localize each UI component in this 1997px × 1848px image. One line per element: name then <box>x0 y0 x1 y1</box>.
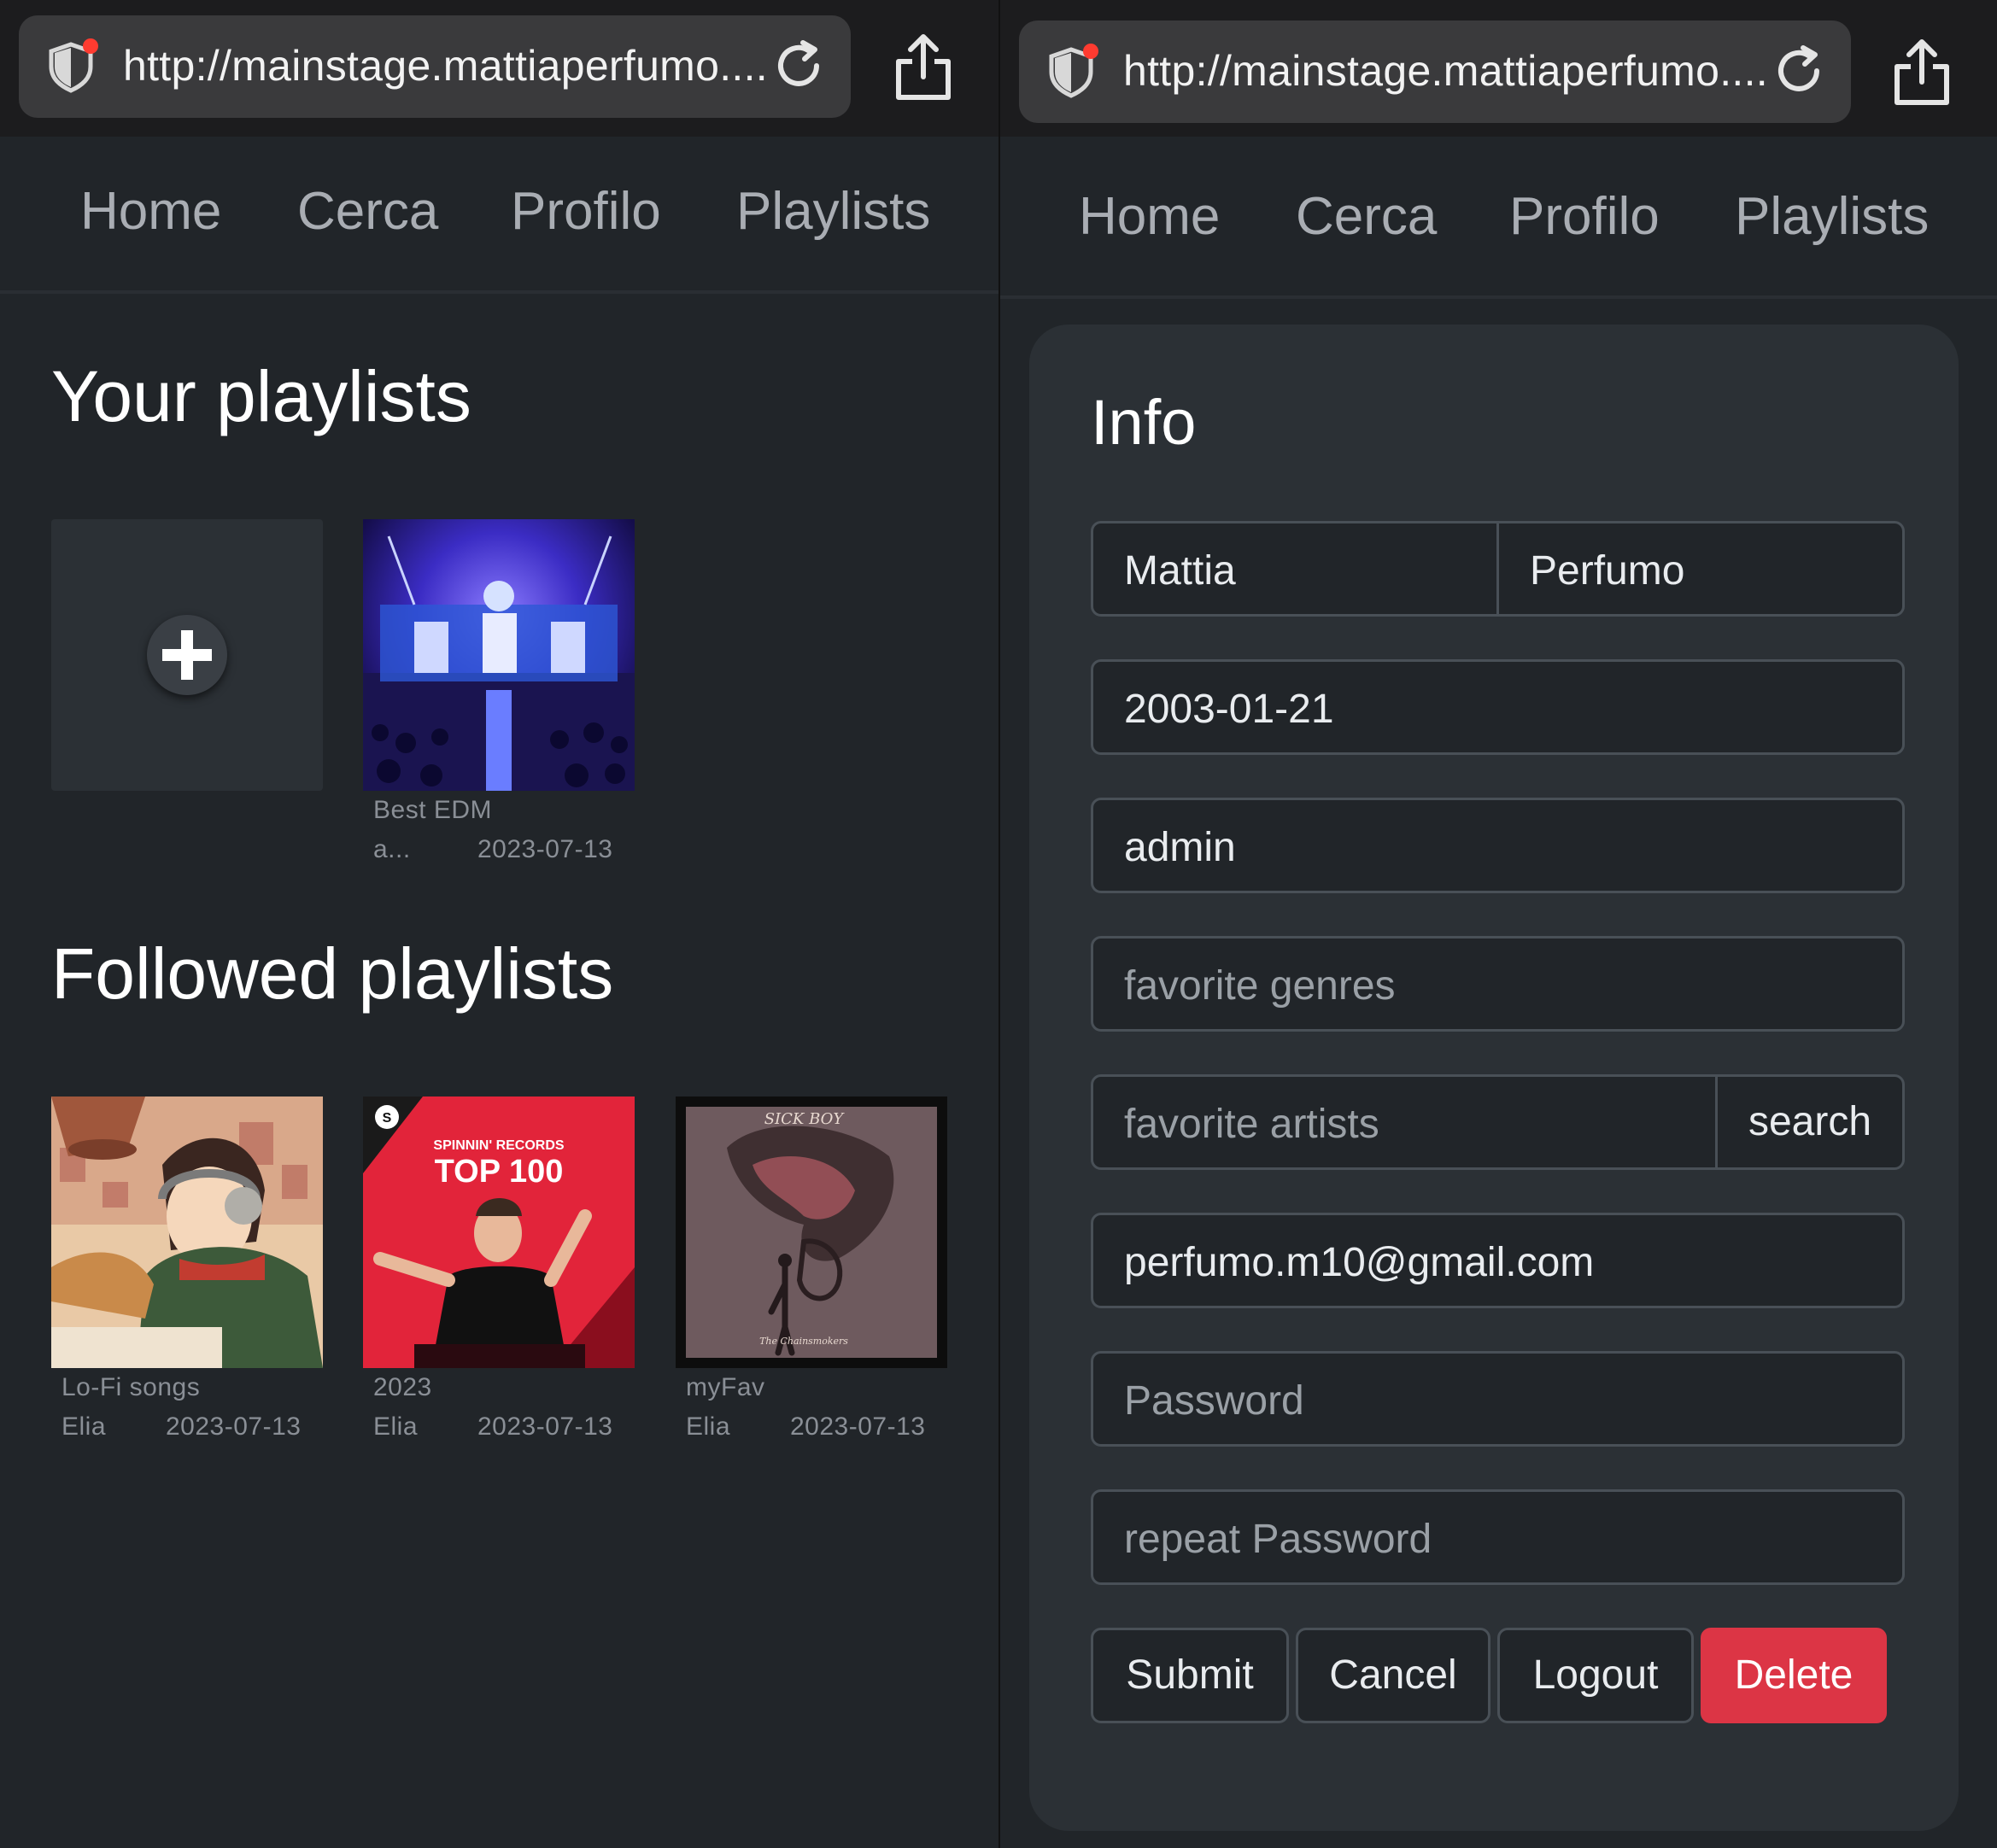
favorite-genres-placeholder: favorite genres <box>1124 963 1396 1009</box>
nav-playlists[interactable]: Playlists <box>1735 186 1929 247</box>
last-name-value: Perfumo <box>1530 548 1685 594</box>
logout-button[interactable]: Logout <box>1497 1628 1694 1723</box>
password-placeholder: Password <box>1124 1378 1304 1424</box>
birthdate-value: 2003-01-21 <box>1124 687 1334 732</box>
followed-playlists-title: Followed playlists <box>51 933 614 1014</box>
add-playlist-button[interactable] <box>51 519 323 791</box>
profile-info-card: Info Mattia Perfumo 2003-01-21 admin fav… <box>1029 325 1959 1831</box>
svg-text:S: S <box>383 1111 392 1126</box>
delete-button[interactable]: Delete <box>1701 1628 1887 1723</box>
browser-toolbar: http://mainstage.mattiaperfumo.... <box>0 0 998 137</box>
favorite-artists-field[interactable]: favorite artists <box>1091 1074 1718 1170</box>
nav-profilo[interactable]: Profilo <box>1509 186 1660 247</box>
cancel-button[interactable]: Cancel <box>1296 1628 1490 1723</box>
cover-label: SPINNIN' RECORDS <box>433 1138 564 1153</box>
panel-divider <box>998 0 1000 1848</box>
email-field[interactable]: perfumo.m10@gmail.com <box>1091 1213 1905 1308</box>
playlist-owner: Elia <box>373 1412 419 1441</box>
username-field[interactable]: admin <box>1091 798 1905 893</box>
nav-cerca[interactable]: Cerca <box>1296 186 1437 247</box>
username-value: admin <box>1124 825 1236 870</box>
first-name-value: Mattia <box>1124 548 1236 594</box>
last-name-field[interactable]: Perfumo <box>1496 521 1905 617</box>
repeat-password-field[interactable]: repeat Password <box>1091 1489 1905 1585</box>
playlists-content: Your playlists Best EDM a... 2023-07-13 … <box>0 294 998 1831</box>
your-playlists-title: Your playlists <box>51 356 471 436</box>
submit-button[interactable]: Submit <box>1091 1628 1289 1723</box>
privacy-shield-icon[interactable] <box>41 36 101 96</box>
main-nav: Home Cerca Profilo Playlists <box>998 140 1997 299</box>
playlist-date: 2023-07-13 <box>477 1412 613 1441</box>
reload-icon[interactable] <box>769 36 829 96</box>
playlist-cover-best-edm[interactable] <box>363 519 635 791</box>
playlist-name: 2023 <box>373 1373 432 1401</box>
repeat-password-placeholder: repeat Password <box>1124 1517 1432 1562</box>
search-artists-button[interactable]: search <box>1715 1074 1905 1170</box>
url-text[interactable]: http://mainstage.mattiaperfumo.... <box>1123 46 1768 96</box>
playlist-name: Best EDM <box>373 796 493 824</box>
privacy-shield-icon[interactable] <box>1041 41 1101 101</box>
share-icon[interactable] <box>1890 38 1953 108</box>
nav-playlists[interactable]: Playlists <box>736 181 930 242</box>
nav-cerca[interactable]: Cerca <box>297 181 438 242</box>
playlist-cover-myfav[interactable]: SICK BOY The Chainsmokers <box>676 1097 947 1368</box>
right-screenshot-panel: http://mainstage.mattiaperfumo.... Home … <box>998 0 1997 1848</box>
birthdate-field[interactable]: 2003-01-21 <box>1091 659 1905 755</box>
playlist-owner: Elia <box>686 1412 731 1441</box>
reload-icon[interactable] <box>1769 41 1829 101</box>
left-screenshot-panel: http://mainstage.mattiaperfumo.... Home … <box>0 0 998 1848</box>
playlist-name: myFav <box>686 1373 765 1401</box>
nav-home[interactable]: Home <box>1079 186 1220 247</box>
info-title: Info <box>1091 387 1197 458</box>
cover-artist: The Chainsmokers <box>759 1336 848 1347</box>
playlist-owner: a... <box>373 835 411 863</box>
url-text[interactable]: http://mainstage.mattiaperfumo.... <box>123 41 768 91</box>
playlist-cover-2023[interactable]: S SPINNIN' RECORDS TOP 100 <box>363 1097 635 1368</box>
address-bar[interactable]: http://mainstage.mattiaperfumo.... <box>19 15 851 118</box>
nav-profilo[interactable]: Profilo <box>511 181 661 242</box>
favorite-artists-placeholder: favorite artists <box>1124 1102 1379 1147</box>
share-icon[interactable] <box>892 32 955 102</box>
playlist-date: 2023-07-13 <box>790 1412 926 1441</box>
address-bar[interactable]: http://mainstage.mattiaperfumo.... <box>1019 20 1851 123</box>
email-value: perfumo.m10@gmail.com <box>1124 1240 1595 1285</box>
playlist-owner: Elia <box>61 1412 107 1441</box>
playlist-date: 2023-07-13 <box>477 835 613 863</box>
plus-icon <box>147 615 227 695</box>
playlist-cover-lofi[interactable] <box>51 1097 323 1368</box>
password-field[interactable]: Password <box>1091 1351 1905 1447</box>
favorite-genres-field[interactable]: favorite genres <box>1091 936 1905 1032</box>
main-nav: Home Cerca Profilo Playlists <box>0 137 998 294</box>
browser-toolbar: http://mainstage.mattiaperfumo.... <box>998 0 1997 137</box>
cover-title: TOP 100 <box>435 1154 564 1190</box>
playlist-date: 2023-07-13 <box>166 1412 302 1441</box>
playlist-name: Lo-Fi songs <box>61 1373 201 1401</box>
nav-home[interactable]: Home <box>80 181 221 242</box>
cover-title: SICK BOY <box>764 1110 846 1128</box>
first-name-field[interactable]: Mattia <box>1091 521 1499 617</box>
